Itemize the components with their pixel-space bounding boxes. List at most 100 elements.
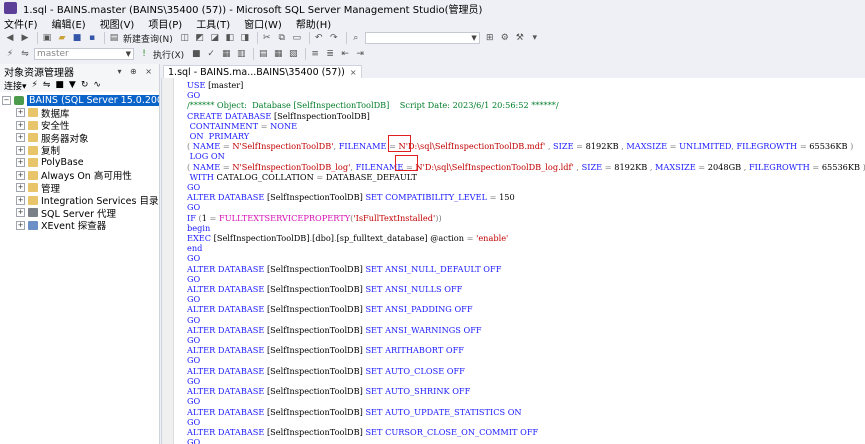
tree-node-replication[interactable]: + 复制 xyxy=(0,144,159,157)
menu-file[interactable]: 文件(F) xyxy=(4,16,38,31)
results-to-grid-icon[interactable]: ▦ xyxy=(272,48,284,60)
xmla-query-icon[interactable]: ◧ xyxy=(224,32,236,44)
expand-icon[interactable]: + xyxy=(16,133,25,143)
expand-icon[interactable]: + xyxy=(16,208,25,218)
code-token: ALTER DATABASE xyxy=(187,365,267,376)
code-token: , xyxy=(545,141,554,152)
tree-node-server-objects[interactable]: + 服务器对象 xyxy=(0,132,159,145)
results-to-text-icon[interactable]: ▤ xyxy=(257,48,269,60)
toolbar-separator xyxy=(253,48,255,60)
tree-node-sql-agent[interactable]: + SQL Server 代理 xyxy=(0,207,159,220)
tree-node-integration-services[interactable]: + Integration Services 目录 xyxy=(0,194,159,207)
refresh-icon[interactable]: ↻ xyxy=(81,80,89,90)
new-project-icon[interactable]: ▣ xyxy=(41,32,53,44)
new-query-icon[interactable]: ▤ xyxy=(108,32,120,44)
expand-icon[interactable]: + xyxy=(16,120,25,130)
increase-indent-icon[interactable]: ⇥ xyxy=(354,48,366,60)
open-file-icon[interactable]: ▰ xyxy=(56,32,68,44)
toolbox-icon[interactable]: ⚒ xyxy=(514,32,526,44)
tree-node-always-on[interactable]: + Always On 高可用性 xyxy=(0,169,159,182)
expand-icon[interactable]: + xyxy=(16,183,25,193)
display-plan-icon[interactable]: ▦ xyxy=(220,48,232,60)
filter-icon[interactable]: ▼ xyxy=(69,80,76,90)
stop-icon[interactable]: ■ xyxy=(55,80,64,90)
execute-icon[interactable]: ! xyxy=(138,48,150,60)
save-icon[interactable]: ■ xyxy=(71,32,83,44)
code-token: 1 xyxy=(201,212,210,223)
code-token: EXEC xyxy=(187,233,214,244)
code-token: SET CURSOR_CLOSE_ON_COMMIT OFF xyxy=(365,426,539,437)
connect-icon[interactable]: ⚡ xyxy=(32,80,38,90)
code-token: [dbo] xyxy=(312,233,334,244)
cancel-query-icon[interactable]: ■ xyxy=(190,48,202,60)
tree-node-management[interactable]: + 管理 xyxy=(0,182,159,195)
code-token: [SelfInspectionToolDB] xyxy=(266,304,366,315)
query-designer-icon[interactable]: ▥ xyxy=(235,48,247,60)
customize-icon[interactable]: ▾ xyxy=(529,32,541,44)
code-token: SET ANSI_PADDING OFF xyxy=(365,304,473,315)
new-query-button[interactable]: 新建查询(N) xyxy=(123,32,173,45)
menu-help[interactable]: 帮助(H) xyxy=(296,16,331,31)
save-all-icon[interactable]: ▪ xyxy=(86,32,98,44)
code-token: SET COMPATIBILITY_LEVEL xyxy=(365,192,490,203)
menu-tools[interactable]: 工具(T) xyxy=(196,16,230,31)
tree-node-databases[interactable]: + 数据库 xyxy=(0,107,159,120)
tree-node-server[interactable]: − BAINS (SQL Server 15.0.2000.5 - BA xyxy=(0,94,159,107)
menu-window[interactable]: 窗口(W) xyxy=(244,16,282,31)
find-icon[interactable]: ⌕ xyxy=(350,32,362,44)
code-area[interactable]: USE [master] GO/****** Object: Database [… xyxy=(187,80,865,444)
panel-controls[interactable]: ▾ ⊕ × xyxy=(117,67,155,76)
code-token: UNLIMITED xyxy=(679,141,732,152)
expand-icon[interactable]: + xyxy=(16,145,25,155)
close-icon[interactable]: × xyxy=(350,68,357,77)
parse-icon[interactable]: ✓ xyxy=(205,48,217,60)
results-to-file-icon[interactable]: ▧ xyxy=(287,48,299,60)
expand-icon[interactable]: + xyxy=(16,108,25,118)
collapse-icon[interactable]: − xyxy=(2,95,11,105)
decrease-indent-icon[interactable]: ⇤ xyxy=(339,48,351,60)
code-token: GO xyxy=(187,335,201,346)
object-explorer-toolbar: 连接▾ ⚡ ⇋ ■ ▼ ↻ ∿ xyxy=(0,78,159,92)
mdx-query-icon[interactable]: ◩ xyxy=(194,32,206,44)
execute-button[interactable]: 执行(X) xyxy=(153,48,184,61)
menu-view[interactable]: 视图(V) xyxy=(100,16,135,31)
copy-icon[interactable]: ⧉ xyxy=(276,32,288,44)
tree-node-xevent-profiler[interactable]: + XEvent 探查器 xyxy=(0,219,159,232)
database-engine-query-icon[interactable]: ◫ xyxy=(179,32,191,44)
code-line: GO xyxy=(187,437,865,444)
search-combo[interactable]: ▼ xyxy=(364,32,480,44)
undo-icon[interactable]: ↶ xyxy=(313,32,325,44)
back-icon[interactable]: ◀ xyxy=(4,32,16,44)
forward-icon[interactable]: ▶ xyxy=(19,32,31,44)
uncomment-icon[interactable]: ≣ xyxy=(324,48,336,60)
connect-icon[interactable]: ⚡ xyxy=(4,48,16,60)
dmx-query-icon[interactable]: ◪ xyxy=(209,32,221,44)
tree-node-polybase[interactable]: + PolyBase xyxy=(0,157,159,170)
expand-icon[interactable]: + xyxy=(16,220,25,230)
code-token: N'D:\sql\SelfInspectionToolDB.mdf' xyxy=(398,141,546,152)
sql-editor[interactable]: USE [master] GO/****** Object: Database [… xyxy=(161,78,865,444)
disconnect-icon[interactable]: ⇋ xyxy=(43,80,51,90)
expand-icon[interactable]: + xyxy=(16,158,25,168)
connect-dropdown[interactable]: 连接▾ xyxy=(4,79,27,92)
disconnect-icon[interactable]: ⇋ xyxy=(19,48,31,60)
expand-icon[interactable]: + xyxy=(16,195,25,205)
properties-icon[interactable]: ⚙ xyxy=(499,32,511,44)
solution-explorer-icon[interactable]: ⊞ xyxy=(484,32,496,44)
redo-icon[interactable]: ↷ xyxy=(328,32,340,44)
comment-icon[interactable]: ≡ xyxy=(309,48,321,60)
database-select[interactable]: master ▼ xyxy=(34,48,134,60)
menu-edit[interactable]: 编辑(E) xyxy=(52,16,86,31)
ssms-app-icon xyxy=(4,2,17,14)
menu-project[interactable]: 项目(P) xyxy=(148,16,182,31)
dax-query-icon[interactable]: ◨ xyxy=(239,32,251,44)
cut-icon[interactable]: ✂ xyxy=(261,32,273,44)
code-token: [SelfInspectionToolDB] xyxy=(266,263,366,274)
activity-monitor-icon[interactable]: ∿ xyxy=(93,80,101,90)
expand-icon[interactable]: + xyxy=(16,170,25,180)
tree-node-security[interactable]: + 安全性 xyxy=(0,119,159,132)
code-token: = xyxy=(812,161,822,172)
tab-query[interactable]: 1.sql - BAINS.ma...BAINS\35400 (57)) × xyxy=(163,65,362,78)
object-explorer-title: 对象资源管理器 xyxy=(4,67,74,79)
paste-icon[interactable]: ▭ xyxy=(291,32,303,44)
